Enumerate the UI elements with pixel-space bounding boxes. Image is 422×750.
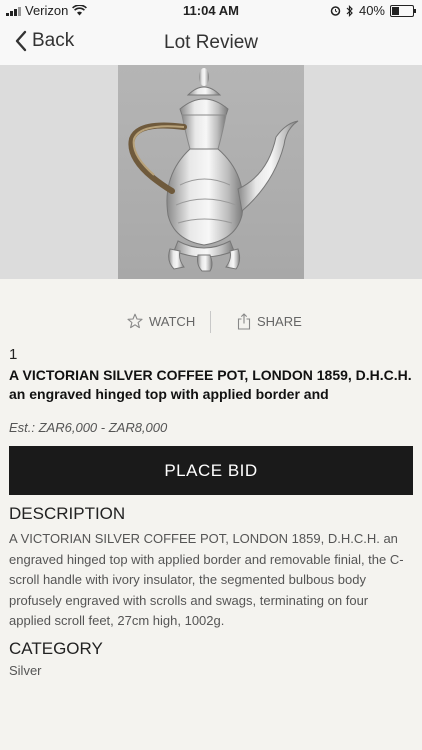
- category-value: Silver: [9, 663, 42, 678]
- coffee-pot-illustration: [128, 68, 299, 272]
- place-bid-button[interactable]: PLACE BID: [9, 446, 413, 495]
- category-heading: CATEGORY: [9, 639, 103, 658]
- watch-label: WATCH: [149, 313, 196, 329]
- lot-image-area: [0, 65, 422, 279]
- alarm-icon: [330, 6, 341, 16]
- back-label: Back: [32, 30, 75, 51]
- share-button[interactable]: SHARE: [237, 313, 302, 330]
- nav-bar: Back Lot Review: [0, 22, 422, 65]
- share-label: SHARE: [257, 314, 302, 329]
- share-icon: [237, 313, 251, 330]
- chevron-left-icon: [15, 30, 27, 52]
- lot-estimate: Est.: ZAR6,000 - ZAR8,000: [9, 420, 168, 435]
- lot-actions: WATCH SHARE: [0, 309, 422, 337]
- actions-divider: [210, 311, 211, 333]
- description-heading: DESCRIPTION: [9, 504, 126, 523]
- lot-image[interactable]: [118, 65, 304, 279]
- watch-button[interactable]: WATCH: [127, 313, 195, 329]
- description-text: A VICTORIAN SILVER COFFEE POT, LONDON 18…: [9, 531, 404, 628]
- bluetooth-icon: [346, 4, 353, 17]
- back-button[interactable]: Back: [14, 30, 74, 52]
- status-right: 40%: [330, 3, 416, 18]
- battery-percent: 40%: [358, 3, 385, 18]
- star-icon: [127, 313, 143, 329]
- lot-number: 1: [9, 346, 18, 363]
- battery-icon: [390, 4, 416, 17]
- lot-title: A VICTORIAN SILVER COFFEE POT, LONDON 18…: [9, 367, 412, 402]
- status-bar: Verizon 11:04 AM 40%: [0, 0, 422, 22]
